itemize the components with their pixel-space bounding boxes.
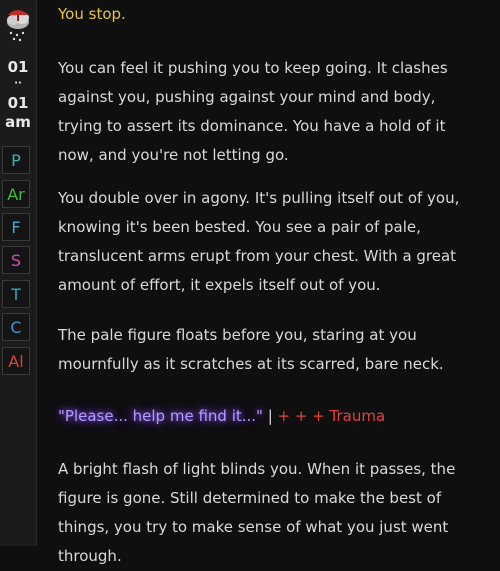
stat-button-c[interactable]: C <box>2 313 30 341</box>
story-paragraph: You can feel it pushing you to keep goin… <box>58 59 448 164</box>
divider-text: | <box>262 407 278 425</box>
stat-button-f[interactable]: F <box>2 213 30 241</box>
story-paragraph: The pale figure floats before you, stari… <box>58 326 444 373</box>
story-speech-line: "Please... help me find it..." | + + + T… <box>58 402 478 431</box>
story-line-you-stop: You stop. <box>58 5 126 23</box>
clock-hour: 01 <box>7 58 29 76</box>
stat-button-t[interactable]: T <box>2 280 30 308</box>
clock-minute: 01 <box>7 94 29 112</box>
weather-icon <box>7 10 29 42</box>
clock-separator: ·· <box>14 78 22 89</box>
ghost-speech: "Please... help me find it..." <box>58 407 263 425</box>
stat-button-al[interactable]: Al <box>2 347 30 375</box>
stat-button-p[interactable]: P <box>2 146 30 174</box>
story-paragraph: You double over in agony. It's pulling i… <box>58 189 460 294</box>
clock-period: am <box>5 113 31 131</box>
story-paragraph: A bright flash of light blinds you. When… <box>58 460 456 565</box>
stat-button-ar[interactable]: Ar <box>2 180 30 208</box>
sidebar: 01 ·· 01 am P Ar F S T C Al <box>0 0 37 546</box>
stat-button-s[interactable]: S <box>2 246 30 274</box>
trauma-effect: + + + Trauma <box>277 407 386 425</box>
